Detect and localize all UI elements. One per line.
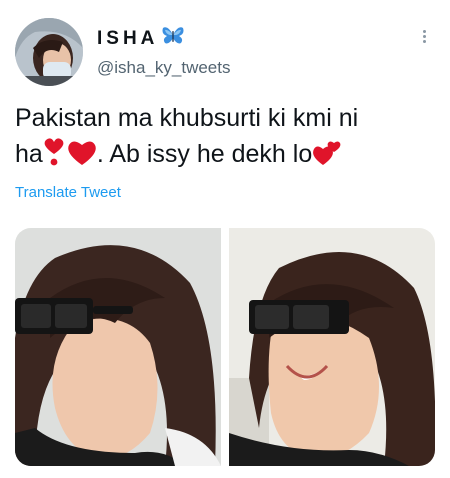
tweet-photo-2[interactable] bbox=[229, 228, 435, 466]
author-handle[interactable]: @isha_ky_tweets bbox=[97, 58, 231, 78]
tweet-card: ISHA @isha_ky_tweets Pakistan ma khubsur… bbox=[0, 0, 450, 478]
more-options-icon[interactable] bbox=[414, 28, 434, 50]
tweet-text-line-2-end: . Ab issy he dekh lo bbox=[96, 140, 313, 168]
butterfly-icon bbox=[162, 26, 184, 51]
author-display-name[interactable]: ISHA bbox=[97, 28, 158, 50]
red-heart-icon bbox=[67, 139, 97, 177]
tweet-media bbox=[15, 228, 435, 466]
tweet-text: Pakistan ma khubsurti ki kmi ni ha . Ab … bbox=[15, 100, 435, 177]
avatar[interactable] bbox=[15, 18, 83, 86]
two-hearts-icon bbox=[312, 139, 342, 177]
tweet-text-line-2-start: ha bbox=[15, 140, 43, 168]
heavy-exclamation-heart-icon bbox=[43, 137, 65, 177]
tweet-text-line-1: Pakistan ma khubsurti ki kmi ni bbox=[15, 104, 359, 132]
author-name-row[interactable]: ISHA bbox=[97, 26, 184, 51]
tweet-text-line-2: ha . Ab issy he dekh lo bbox=[15, 136, 435, 177]
translate-tweet-link[interactable]: Translate Tweet bbox=[15, 184, 121, 201]
tweet-photo-1[interactable] bbox=[15, 228, 221, 466]
